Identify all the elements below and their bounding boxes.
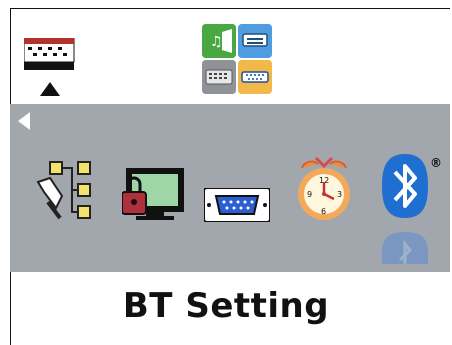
network-config-icon[interactable]: [34, 158, 102, 230]
svg-text:3: 3: [337, 190, 342, 199]
serial-port-icon[interactable]: [203, 187, 271, 226]
lock-screen-icon[interactable]: [121, 166, 186, 228]
icon-band: 12 3 6 9: [10, 104, 450, 272]
bluetooth-icon[interactable]: [380, 154, 430, 268]
ps2-keyboard-icon[interactable]: [202, 60, 236, 94]
page-title: BT Setting: [122, 286, 330, 326]
audio-mode-icon[interactable]: ♫: [202, 24, 236, 58]
serial-port-icon[interactable]: [238, 60, 272, 94]
keyboard-device-icon[interactable]: [238, 24, 272, 58]
mode-grid: ♫: [202, 24, 274, 96]
svg-text:♫: ♫: [210, 34, 223, 50]
svg-text:6: 6: [321, 207, 326, 216]
keyboard-mode-icon[interactable]: [23, 37, 76, 98]
left-arrow-icon[interactable]: [18, 112, 32, 130]
alarm-clock-icon[interactable]: 12 3 6 9: [294, 156, 354, 230]
svg-text:9: 9: [307, 190, 312, 199]
registered-mark: ®: [430, 156, 442, 170]
